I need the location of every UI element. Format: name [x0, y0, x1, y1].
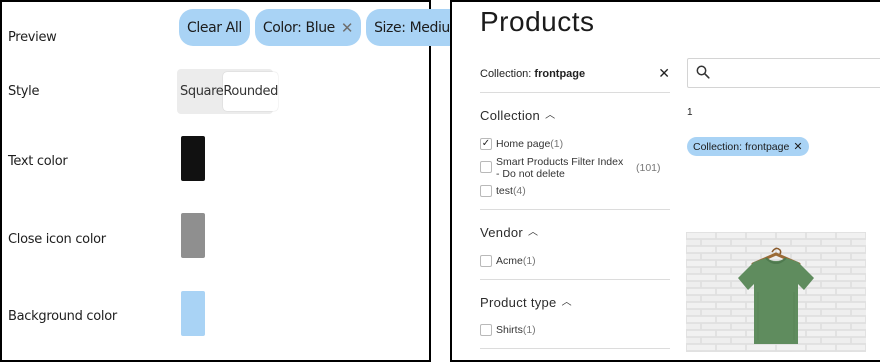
option-count: (101)	[636, 162, 661, 174]
close-icon[interactable]: ✕	[341, 19, 354, 37]
background-color-label: Background color	[8, 309, 117, 324]
active-filter-tag[interactable]: Collection: frontpage ✕	[687, 137, 809, 156]
checkbox[interactable]	[480, 324, 492, 336]
product-image[interactable]	[686, 232, 866, 352]
collection-section-title: Collection	[480, 108, 541, 123]
divider	[480, 348, 670, 349]
page-title: Products	[480, 6, 595, 37]
result-count: 1	[687, 107, 693, 118]
background-color-swatch[interactable]	[181, 291, 205, 336]
collection-section-header[interactable]: Collection ︿	[480, 108, 555, 123]
vendor-section-title: Vendor	[480, 225, 524, 240]
style-option-rounded[interactable]: Rounded	[223, 72, 278, 111]
text-color-label: Text color	[8, 154, 68, 169]
close-icon[interactable]: ✕	[658, 65, 670, 82]
option-label: Home page	[496, 138, 551, 150]
chevron-up-icon: ︿	[528, 227, 539, 238]
chevron-up-icon: ︿	[561, 297, 572, 308]
chevron-up-icon: ︿	[545, 110, 556, 121]
checkbox[interactable]	[480, 161, 492, 173]
product-type-section-title: Product type	[480, 295, 557, 310]
checkbox[interactable]: ✓	[480, 138, 492, 150]
applied-filter-prefix: Collection:	[480, 68, 535, 80]
filter-option-test[interactable]: test (4)	[480, 185, 526, 197]
filter-option-shirts[interactable]: Shirts (1)	[480, 324, 536, 336]
preview-chips: Clear All Color: Blue ✕ Size: Medium ✕	[179, 9, 490, 46]
products-page-panel: Products Collection: frontpage ✕ Collect…	[450, 0, 880, 362]
divider	[480, 279, 670, 280]
filter-option-acme[interactable]: Acme (1)	[480, 255, 536, 267]
divider	[480, 92, 670, 93]
color-filter-chip[interactable]: Color: Blue ✕	[254, 9, 362, 46]
checkbox[interactable]	[480, 185, 492, 197]
filter-option-smart-products-index[interactable]: Smart Products Filter Index - Do not del…	[480, 156, 670, 180]
search-icon[interactable]	[696, 65, 710, 84]
applied-filter-value: frontpage	[534, 68, 586, 80]
search-input[interactable]	[687, 58, 880, 88]
applied-filter: Collection: frontpage ✕	[480, 65, 670, 82]
close-icon-color-swatch[interactable]	[181, 213, 205, 258]
tag-style-settings-panel: Preview Style Text color Close icon colo…	[0, 0, 490, 362]
vendor-section-header[interactable]: Vendor ︿	[480, 225, 538, 240]
style-option-square[interactable]: Square	[180, 72, 224, 111]
clear-all-chip[interactable]: Clear All	[179, 9, 250, 46]
color-filter-label: Color: Blue	[262, 19, 335, 36]
option-label: Smart Products Filter Index - Do not del…	[496, 156, 624, 180]
option-count: (1)	[522, 255, 536, 267]
close-icon-color-label: Close icon color	[8, 232, 106, 247]
active-filter-label: Collection: frontpage	[693, 140, 790, 153]
close-icon[interactable]: ✕	[793, 140, 802, 153]
style-label: Style	[8, 84, 40, 99]
preview-label: Preview	[8, 30, 57, 45]
option-count: (4)	[512, 185, 526, 197]
option-label: test	[496, 185, 513, 197]
option-count: (1)	[550, 138, 564, 150]
checkbox[interactable]	[480, 255, 492, 267]
option-label: Shirts	[496, 324, 523, 336]
option-count: (1)	[522, 324, 536, 336]
filter-option-home-page[interactable]: ✓ Home page (1)	[480, 138, 563, 150]
option-label: Acme	[496, 255, 523, 267]
product-type-section-header[interactable]: Product type ︿	[480, 295, 572, 310]
divider	[480, 209, 670, 210]
clear-all-label: Clear All	[187, 19, 242, 36]
style-segmented-control: Square Rounded	[177, 69, 278, 114]
text-color-swatch[interactable]	[181, 136, 205, 181]
checkmark-icon: ✓	[481, 138, 491, 149]
